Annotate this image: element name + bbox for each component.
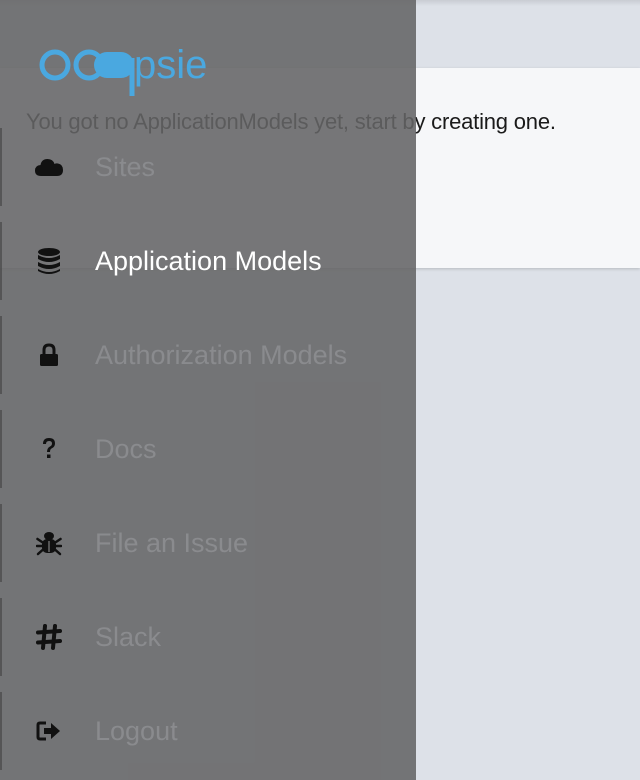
sidebar-item-application-models[interactable]: Application Models: [0, 214, 416, 308]
sidebar-item-logout[interactable]: Logout: [0, 684, 416, 778]
oopsie-logo: psie: [39, 43, 207, 96]
database-icon: [34, 246, 64, 276]
cloud-icon: [34, 152, 64, 182]
sidebar-item-label: File an Issue: [95, 527, 249, 558]
sidebar-item-authorization-models[interactable]: Authorization Models: [0, 308, 416, 402]
svg-text:psie: psie: [134, 43, 207, 87]
sidebar-item-sites[interactable]: Sites: [0, 120, 416, 214]
sidebar-item-file-an-issue[interactable]: File an Issue: [0, 496, 416, 590]
sidebar-item-label: Logout: [95, 715, 178, 746]
question-icon: [34, 434, 64, 464]
navigation-drawer: psie Sites Application Models Authorizat…: [0, 0, 416, 780]
sidebar-item-docs[interactable]: Docs: [0, 402, 416, 496]
sidebar-nav: Sites Application Models Authorization M…: [0, 120, 416, 778]
sidebar-item-label: Authorization Models: [95, 339, 348, 370]
sidebar-item-label: Application Models: [95, 245, 322, 276]
logout-icon: [34, 716, 64, 746]
sidebar-item-label: Docs: [95, 433, 157, 464]
lock-icon: [34, 340, 64, 370]
slack-hash-icon: [34, 622, 64, 652]
sidebar-item-label: Sites: [95, 151, 156, 182]
bug-icon: [34, 528, 64, 558]
sidebar-item-slack[interactable]: Slack: [0, 590, 416, 684]
sidebar-item-label: Slack: [95, 621, 162, 652]
